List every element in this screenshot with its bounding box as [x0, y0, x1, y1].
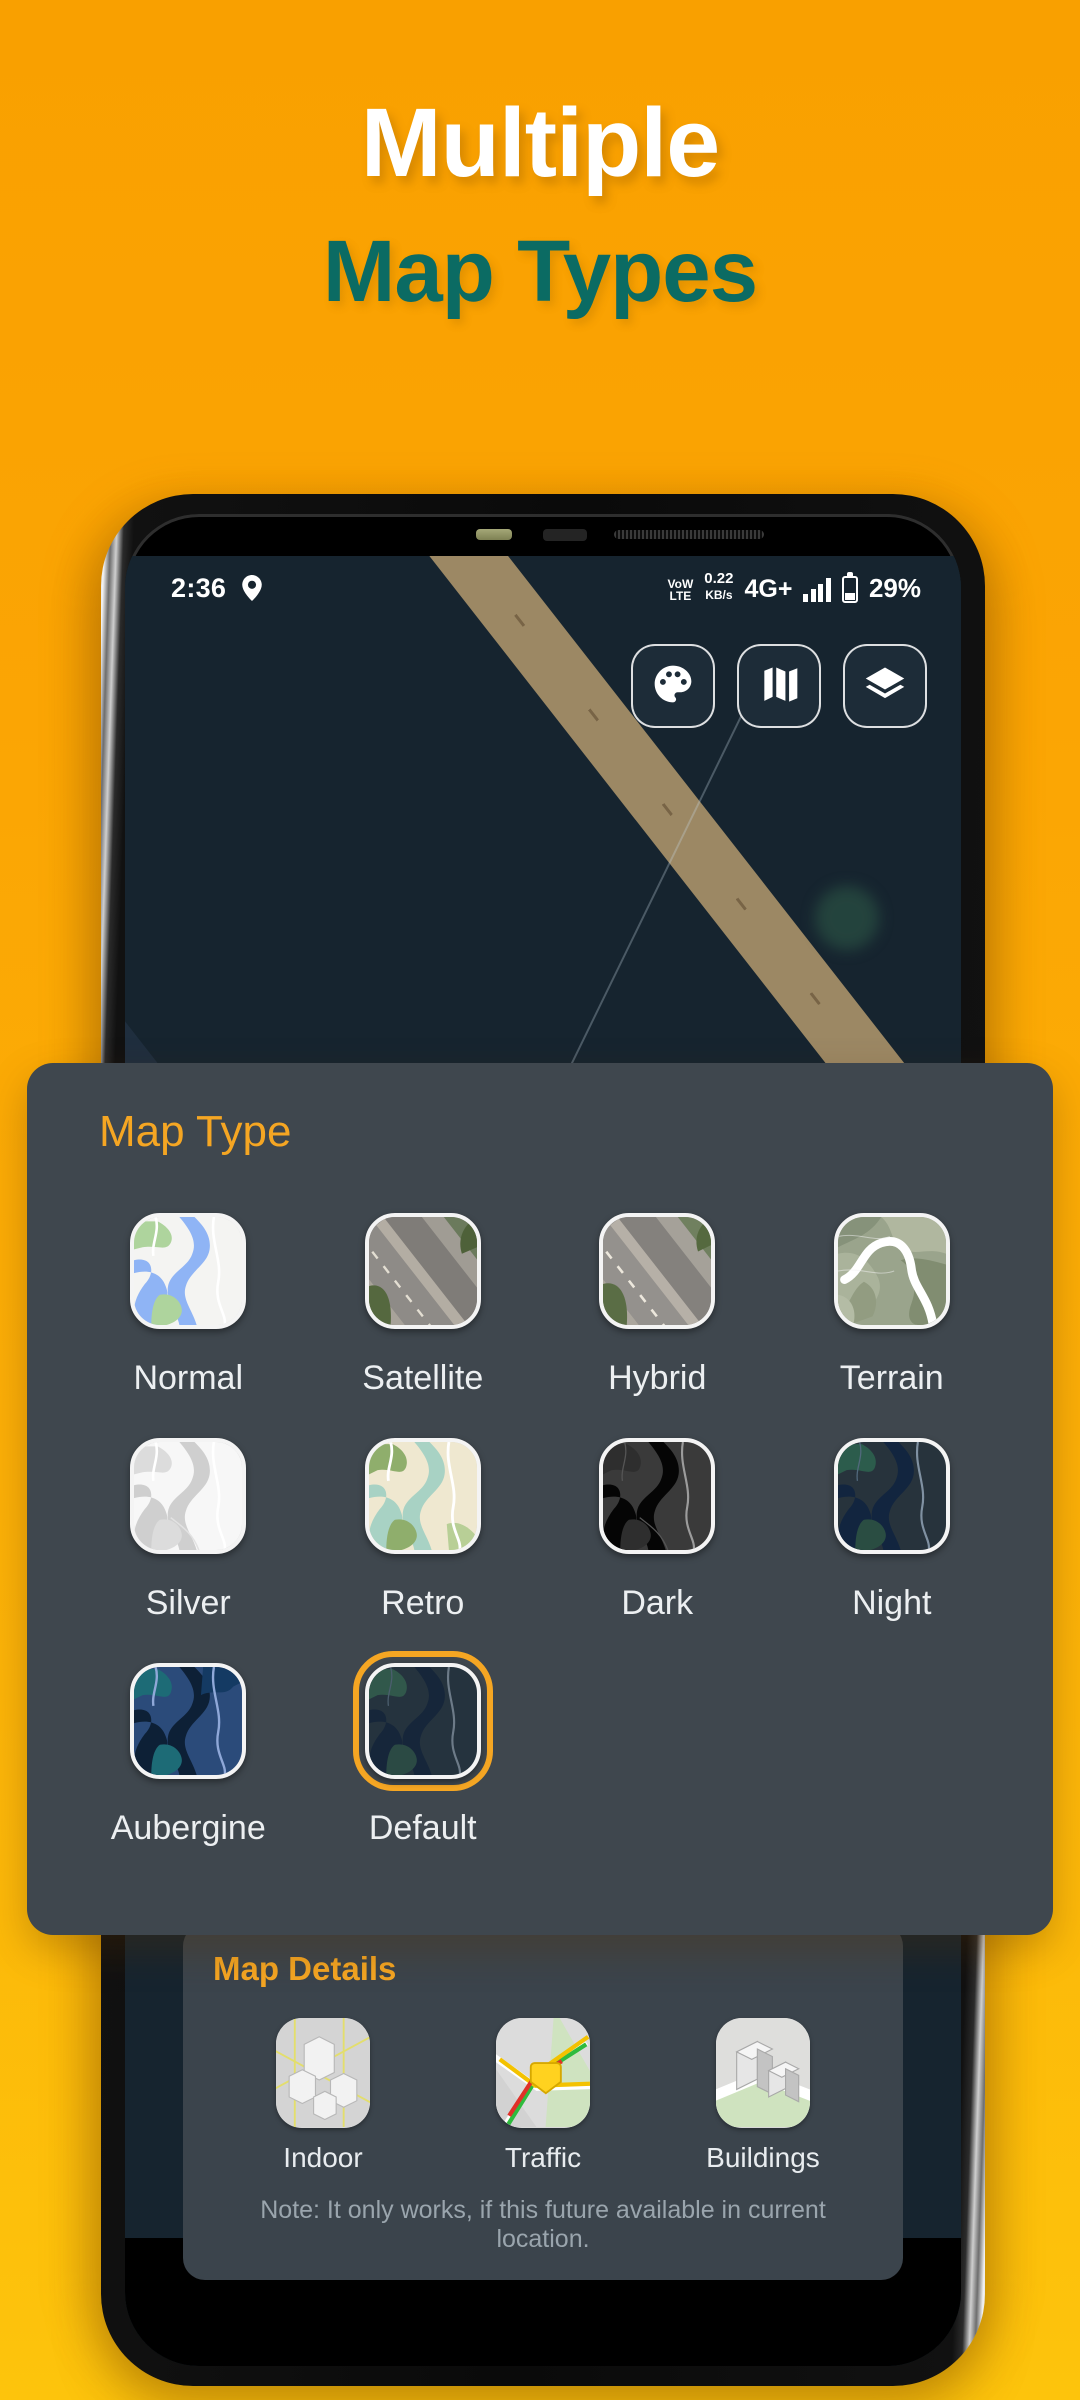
palette-icon [651, 662, 695, 711]
status-bar-right: VoW LTE 0.22 KB/s 4G+ 29% [668, 571, 921, 605]
map-type-thumb-wrap [587, 1201, 727, 1341]
silver-thumbnail-icon [130, 1438, 247, 1554]
map-type-sheet: Map Type Normal Satellite Hybrid Terrain… [27, 1063, 1053, 1935]
map-type-label: Default [368, 1809, 477, 1847]
normal-thumbnail-icon [130, 1213, 247, 1329]
promo-title-line-1: Multiple [360, 88, 720, 197]
default-thumbnail-icon [364, 1663, 481, 1779]
map-type-thumb-wrap [822, 1201, 962, 1341]
front-sensor-icon [476, 529, 513, 540]
map-type-option-default[interactable]: Default [306, 1651, 541, 1848]
map-details-note: Note: It only works, if this future avai… [260, 2196, 826, 2253]
map-detail-traffic[interactable]: Traffic [443, 2018, 643, 2174]
status-bar: 2:36 VoW LTE 0.22 KB/s 4G+ 29% [125, 556, 961, 620]
location-pin-icon [242, 575, 262, 601]
palette-button[interactable] [631, 644, 715, 728]
map-park-blob [815, 886, 879, 950]
hybrid-thumbnail-icon [599, 1213, 716, 1329]
satellite-thumbnail-icon [364, 1213, 481, 1329]
front-camera-icon [543, 529, 587, 541]
map-type-thumb-wrap [118, 1651, 258, 1791]
map-type-label: Night [852, 1584, 932, 1622]
map-type-option-aubergine[interactable]: Aubergine [71, 1651, 306, 1848]
map-type-option-retro[interactable]: Retro [306, 1426, 541, 1623]
map-type-thumb-wrap [822, 1426, 962, 1566]
aubergine-thumbnail-icon [130, 1663, 247, 1779]
map-details-row: Indoor Traffic Buildings [213, 2018, 873, 2174]
map-type-label: Dark [621, 1584, 694, 1622]
map-type-thumb-wrap-selected [352, 1651, 493, 1791]
map-type-thumb-wrap [353, 1426, 493, 1566]
map-detail-buildings[interactable]: Buildings [663, 2018, 863, 2174]
map-type-button[interactable] [737, 644, 821, 728]
traffic-thumbnail-icon [496, 2018, 590, 2128]
map-type-option-normal[interactable]: Normal [71, 1201, 306, 1398]
map-type-thumb-wrap [118, 1201, 258, 1341]
map-type-thumb-wrap [353, 1201, 493, 1341]
map-detail-indoor[interactable]: Indoor [223, 2018, 423, 2174]
folded-map-icon [757, 662, 801, 711]
map-type-label: Normal [133, 1359, 244, 1397]
layers-icon [863, 662, 907, 711]
night-thumbnail-icon [833, 1438, 950, 1554]
map-detail-label: Buildings [706, 2142, 820, 2173]
network-type-label: 4G+ [744, 574, 793, 603]
map-control-button-group [631, 644, 927, 728]
map-detail-label: Traffic [504, 2142, 582, 2173]
map-type-label: Hybrid [608, 1359, 707, 1397]
map-type-label: Aubergine [110, 1809, 266, 1847]
status-clock: 2:36 [171, 572, 227, 603]
promo-title-line-2: Map Types [322, 222, 758, 320]
volte-icon: VoW LTE [668, 578, 694, 605]
terrain-thumbnail-icon [833, 1213, 950, 1329]
map-details-card: Map Details Indoor Traffic Buildings Not… [183, 1924, 903, 2280]
map-type-grid: Normal Satellite Hybrid Terrain Silver R… [71, 1201, 1009, 1876]
battery-percent-label: 29% [868, 572, 921, 603]
indoor-thumbnail-icon [276, 2018, 370, 2128]
signal-bars-icon [803, 577, 831, 605]
map-details-title: Map Details [213, 1950, 397, 1987]
map-type-label: Silver [145, 1584, 231, 1622]
map-type-sheet-title: Map Type [99, 1107, 292, 1156]
dark-thumbnail-icon [599, 1438, 716, 1554]
promo-headline: Multiple Map Types [0, 88, 1080, 320]
network-speed-value: 0.22 [704, 570, 734, 588]
map-detail-label: Indoor [283, 2142, 363, 2173]
map-type-label: Satellite [362, 1359, 484, 1397]
map-type-option-terrain[interactable]: Terrain [775, 1201, 1010, 1398]
map-type-label: Retro [381, 1584, 465, 1622]
map-type-option-silver[interactable]: Silver [71, 1426, 306, 1623]
layers-button[interactable] [843, 644, 927, 728]
map-type-label: Terrain [839, 1359, 944, 1397]
network-speed-unit: KB/s [705, 588, 733, 602]
map-type-option-night[interactable]: Night [775, 1426, 1010, 1623]
phone-top-bezel [125, 514, 961, 556]
status-bar-left: 2:36 [171, 573, 262, 604]
volte-line-2: LTE [669, 588, 692, 603]
map-type-thumb-wrap [587, 1426, 727, 1566]
map-type-thumb-wrap [118, 1426, 258, 1566]
earpiece-speaker-icon [614, 530, 765, 539]
map-type-option-satellite[interactable]: Satellite [306, 1201, 541, 1398]
map-type-option-dark[interactable]: Dark [540, 1426, 775, 1623]
buildings-thumbnail-icon [716, 2018, 810, 2128]
retro-thumbnail-icon [364, 1438, 481, 1554]
map-type-option-hybrid[interactable]: Hybrid [540, 1201, 775, 1398]
network-speed: 0.22 KB/s [704, 571, 733, 605]
battery-icon [841, 571, 858, 603]
